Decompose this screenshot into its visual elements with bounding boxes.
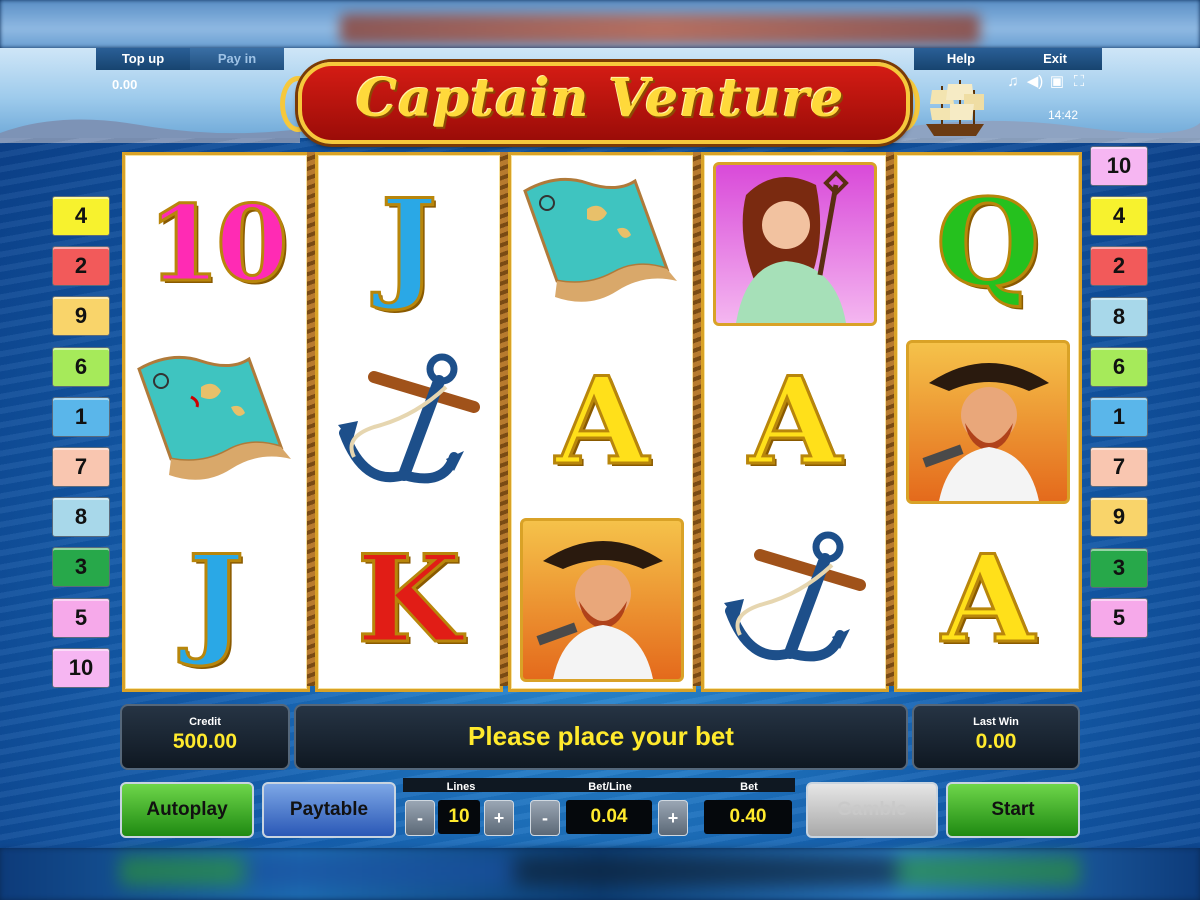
payline-badge-left[interactable]: 2	[52, 246, 110, 287]
payline-badge-left[interactable]: 3	[52, 547, 110, 588]
start-button[interactable]: Start	[946, 782, 1080, 838]
window-icon[interactable]: ▣	[1046, 72, 1068, 90]
symbol-j: J	[186, 529, 246, 670]
reel-1: 10 J	[122, 152, 310, 692]
symbol-a: A	[940, 529, 1036, 670]
captain-icon	[520, 518, 684, 682]
credit-label: Credit	[189, 716, 221, 728]
top-up-button[interactable]: Top up	[96, 48, 190, 70]
captain-icon	[906, 340, 1070, 504]
symbol-anchor	[704, 511, 886, 689]
music-icon[interactable]: ♫	[1002, 73, 1024, 90]
lady-icon	[713, 162, 877, 326]
symbol-lady	[704, 155, 886, 333]
help-button[interactable]: Help	[914, 48, 1008, 70]
payline-badge-right[interactable]: 5	[1090, 597, 1148, 638]
anchor-icon	[724, 531, 866, 662]
payline-badge-right[interactable]: 10	[1090, 146, 1148, 186]
bet-label: Bet	[740, 781, 758, 793]
fullscreen-icon[interactable]: ⛶	[1068, 73, 1090, 90]
treasure-map-icon	[137, 355, 291, 480]
treasure-map-icon	[523, 177, 677, 302]
symbol-captain	[897, 333, 1079, 511]
paytable-button[interactable]: Paytable	[262, 782, 396, 838]
symbol-a: A	[747, 351, 843, 492]
bet-line-label: Bet/Line	[588, 781, 632, 793]
reel-5: Q A	[894, 152, 1082, 692]
payline-badge-left[interactable]: 1	[52, 396, 110, 437]
lines-value: 10	[438, 800, 480, 834]
symbol-q: Q	[934, 173, 1042, 314]
reel-divider	[307, 152, 315, 686]
reel-divider	[500, 152, 508, 686]
pay-in-button[interactable]: Pay in	[190, 48, 284, 70]
reel-area: 10 J J K A A Q A	[122, 152, 1082, 692]
last-win-panel: Last Win 0.00	[912, 704, 1080, 770]
blurred-bottom-backdrop	[0, 848, 1200, 900]
last-win-label: Last Win	[973, 716, 1019, 728]
balance-value: 0.00	[112, 77, 138, 92]
payline-badge-right[interactable]: 3	[1090, 547, 1148, 588]
autoplay-button[interactable]: Autoplay	[120, 782, 254, 838]
symbol-anchor	[318, 333, 500, 511]
payline-badge-left[interactable]: 9	[52, 296, 110, 337]
credit-panel: Credit 500.00	[120, 704, 290, 770]
payline-badge-right[interactable]: 8	[1090, 296, 1148, 337]
lines-minus-button[interactable]: -	[405, 800, 435, 836]
exit-button[interactable]: Exit	[1008, 48, 1102, 70]
symbol-a: A	[554, 351, 650, 492]
ship-icon	[926, 80, 984, 136]
lines-label: Lines	[446, 781, 476, 793]
payline-badge-right[interactable]: 9	[1090, 497, 1148, 538]
lines-plus-button[interactable]: +	[484, 800, 514, 836]
anchor-icon	[338, 353, 480, 484]
symbol-k: K	[355, 529, 462, 670]
symbol-treasure-map	[511, 155, 693, 333]
payline-badge-left[interactable]: 7	[52, 447, 110, 487]
payline-badge-left[interactable]: 10	[52, 647, 110, 688]
game-title: Captain Venture	[355, 68, 845, 129]
blurred-top-backdrop	[0, 0, 1200, 48]
gamble-button[interactable]: Gamble	[806, 782, 938, 838]
last-win-value: 0.00	[975, 730, 1017, 753]
symbol-j: J	[379, 173, 439, 314]
payline-badge-right[interactable]: 1	[1090, 397, 1148, 437]
bet-line-plus-button[interactable]: +	[658, 800, 688, 836]
reel-2: J K	[315, 152, 503, 692]
payline-badge-left[interactable]: 8	[52, 497, 110, 538]
reel-4: A	[701, 152, 889, 692]
credit-value: 500.00	[172, 730, 238, 753]
symbol-captain	[511, 511, 693, 689]
payline-badge-right[interactable]: 6	[1090, 346, 1148, 387]
payline-badge-left[interactable]: 6	[52, 346, 110, 387]
game-logo: Captain Venture	[280, 58, 920, 144]
payline-badge-right[interactable]: 7	[1090, 447, 1148, 488]
game-window: Top up Pay in 0.00 Help Exit ♫ ◀) ▣ ⛶ 14:42…	[0, 48, 1200, 848]
payline-badge-left[interactable]: 4	[52, 196, 110, 236]
clock: 14:42	[1048, 108, 1079, 122]
symbol-ten: 10	[146, 182, 290, 305]
bet-value: 0.40	[704, 800, 792, 834]
payline-badge-right[interactable]: 4	[1090, 196, 1148, 237]
status-message: Please place your bet	[468, 721, 734, 751]
payline-badge-left[interactable]: 5	[52, 597, 110, 638]
settings-icons: ♫ ◀) ▣ ⛶	[1002, 72, 1090, 90]
bet-line-minus-button[interactable]: -	[530, 800, 560, 836]
reel-3: A	[508, 152, 696, 692]
bet-line-value: 0.04	[566, 800, 652, 834]
payline-badge-right[interactable]: 2	[1090, 246, 1148, 287]
reel-divider	[886, 152, 894, 686]
symbol-treasure-map	[125, 333, 307, 511]
message-panel: Please place your bet	[294, 704, 908, 770]
reel-divider	[693, 152, 701, 686]
sound-icon[interactable]: ◀)	[1024, 72, 1046, 90]
